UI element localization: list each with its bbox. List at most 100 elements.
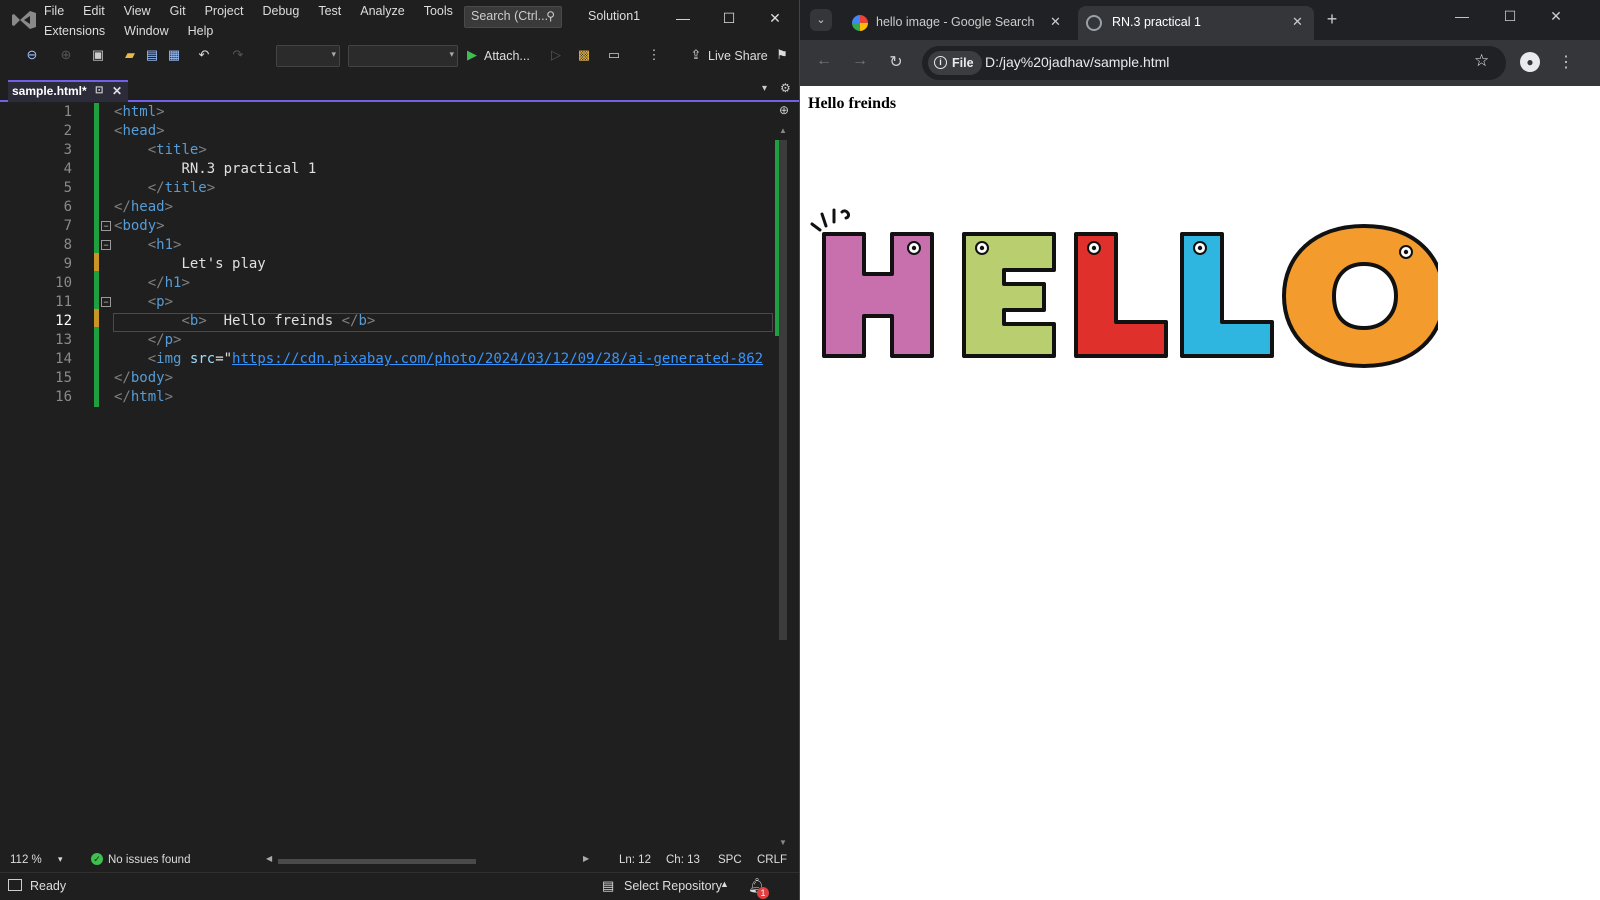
layout-icon[interactable]: ▭ [606, 47, 622, 63]
menu-bar-row-2: Extensions Window Help [44, 24, 232, 38]
maximize-button[interactable]: ☐ [716, 6, 742, 30]
attach-button[interactable]: Attach... [484, 49, 530, 63]
horizontal-scrollbar-thumb[interactable] [278, 859, 476, 864]
image-url-link[interactable]: https://cdn.pixabay.com/photo/2024/03/12… [232, 351, 763, 367]
issues-status[interactable]: No issues found [108, 854, 190, 866]
browser-minimize-button[interactable]: — [1452, 8, 1472, 24]
tab-title: RN.3 practical 1 [1112, 15, 1201, 29]
settings-gear-icon[interactable]: ⚙ [780, 81, 791, 95]
live-share-button[interactable]: Live Share [708, 49, 768, 63]
feedback-icon[interactable]: ⚑ [774, 47, 790, 63]
code-line: 13 </p> [0, 331, 760, 350]
save-icon[interactable]: ▤ [144, 47, 160, 63]
menu-file[interactable]: File [44, 4, 64, 18]
hscroll-left-icon[interactable]: ◀ [266, 854, 272, 863]
menu-window[interactable]: Window [124, 24, 168, 38]
zoom-dropdown-icon[interactable]: ▾ [58, 854, 63, 865]
line-number: 15 [55, 370, 72, 386]
folder-view-icon[interactable]: ▩ [576, 47, 592, 63]
back-arrow-icon[interactable]: ← [814, 52, 834, 70]
line-ending-indicator[interactable]: CRLF [757, 854, 787, 866]
browser-tab-google[interactable]: hello image - Google Search ✕ [842, 6, 1068, 40]
browser-maximize-button[interactable]: ☐ [1500, 8, 1520, 25]
scroll-up-icon[interactable]: ▲ [779, 126, 787, 135]
tab-list-dropdown-icon[interactable]: ▾ [762, 83, 767, 94]
menu-edit[interactable]: Edit [83, 4, 105, 18]
code-line: 4 RN.3 practical 1 [0, 160, 760, 179]
line-number: 12 [55, 313, 72, 329]
code-line: 2 <head> [0, 122, 760, 141]
letter-pupil [1403, 249, 1409, 255]
undo-icon[interactable]: ↶ [196, 47, 212, 63]
browser-close-button[interactable]: ✕ [1546, 8, 1566, 25]
split-icon[interactable]: ⊕ [779, 103, 789, 117]
hello-letter-h [822, 232, 934, 358]
info-icon: i [934, 56, 947, 69]
forward-arrow-icon[interactable]: → [850, 52, 870, 70]
save-all-icon[interactable]: ▦ [166, 47, 182, 63]
search-label: Search (Ctrl... [471, 9, 549, 23]
menu-test[interactable]: Test [318, 4, 341, 18]
line-number: 16 [55, 389, 72, 405]
pin-icon[interactable]: ⊡ [95, 85, 103, 96]
new-project-icon[interactable]: ▣ [90, 47, 106, 63]
menu-project[interactable]: Project [205, 4, 244, 18]
zoom-level[interactable]: 112 % [10, 854, 42, 866]
reload-icon[interactable]: ↻ [886, 52, 906, 72]
tab-search-icon[interactable]: ⌄ [810, 9, 832, 31]
browser-tab-active[interactable]: RN.3 practical 1 ✕ [1078, 6, 1314, 40]
document-tab[interactable]: sample.html* ⊡ ✕ [8, 80, 128, 102]
tab-close-icon[interactable]: ✕ [1050, 14, 1061, 30]
share-icon: ⇪ [690, 47, 702, 62]
overflow-icon[interactable]: ⋮ [646, 47, 662, 63]
code-line: 14 <img src="https://cdn.pixabay.com/pho… [0, 350, 770, 369]
menu-help[interactable]: Help [188, 24, 214, 38]
minimize-button[interactable]: — [670, 6, 696, 30]
profile-avatar-icon[interactable]: ● [1520, 52, 1540, 72]
close-button[interactable]: ✕ [762, 6, 788, 30]
menu-git[interactable]: Git [170, 4, 186, 18]
tab-close-icon[interactable]: ✕ [1292, 14, 1303, 30]
visual-studio-window: File Edit View Git Project Debug Test An… [0, 0, 800, 900]
address-bar[interactable]: i File D:/jay%20jadhav/sample.html ☆ [922, 46, 1506, 80]
scroll-down-icon[interactable]: ▼ [779, 838, 787, 847]
menu-view[interactable]: View [124, 4, 151, 18]
back-nav-icon[interactable]: ⊖ [24, 47, 40, 63]
new-tab-icon[interactable]: + [1322, 9, 1342, 30]
menu-extensions[interactable]: Extensions [44, 24, 105, 38]
notification-badge: 1 [757, 887, 769, 899]
letter-pupil [1197, 245, 1203, 251]
forward-nav-icon[interactable]: ⊕ [58, 47, 74, 63]
menu-bar-row-1: File Edit View Git Project Debug Test An… [44, 4, 472, 18]
configuration-dropdown[interactable] [276, 45, 340, 67]
run-without-debug-icon[interactable]: ▷ [548, 47, 564, 63]
site-info-chip[interactable]: i File [928, 51, 982, 75]
vertical-scrollbar-thumb[interactable] [779, 140, 787, 640]
redo-icon[interactable]: ↷ [230, 47, 246, 63]
repository-icon: ▤ [602, 878, 615, 893]
search-box[interactable]: Search (Ctrl... ⚲ [464, 6, 562, 28]
hscroll-right-icon[interactable]: ▶ [583, 854, 589, 863]
tab-close-icon[interactable]: ✕ [112, 84, 122, 98]
platform-dropdown[interactable] [348, 45, 458, 67]
visual-studio-logo-icon [12, 11, 36, 29]
doodle-marks [810, 208, 850, 232]
bookmark-star-icon[interactable]: ☆ [1474, 51, 1489, 71]
output-icon[interactable] [8, 879, 22, 891]
document-tab-strip: sample.html* ⊡ ✕ ▾ ⚙ [0, 80, 800, 102]
menu-tools[interactable]: Tools [424, 4, 453, 18]
hello-letter-o [1282, 224, 1438, 368]
hello-letter-l-2 [1180, 232, 1274, 358]
browser-tab-bar: ⌄ hello image - Google Search ✕ RN.3 pra… [800, 0, 1600, 40]
repository-up-icon[interactable]: ▲ [720, 879, 729, 889]
whitespace-indicator[interactable]: SPC [718, 854, 742, 866]
column-indicator[interactable]: Ch: 13 [666, 854, 700, 866]
hello-letter-l [1074, 232, 1168, 358]
menu-analyze[interactable]: Analyze [360, 4, 404, 18]
open-folder-icon[interactable]: ▰ [122, 47, 138, 63]
select-repository-button[interactable]: Select Repository [624, 879, 722, 893]
menu-debug[interactable]: Debug [262, 4, 299, 18]
browser-menu-icon[interactable]: ⋮ [1556, 52, 1576, 72]
line-indicator[interactable]: Ln: 12 [619, 854, 651, 866]
run-play-icon[interactable]: ▶ [464, 47, 480, 63]
